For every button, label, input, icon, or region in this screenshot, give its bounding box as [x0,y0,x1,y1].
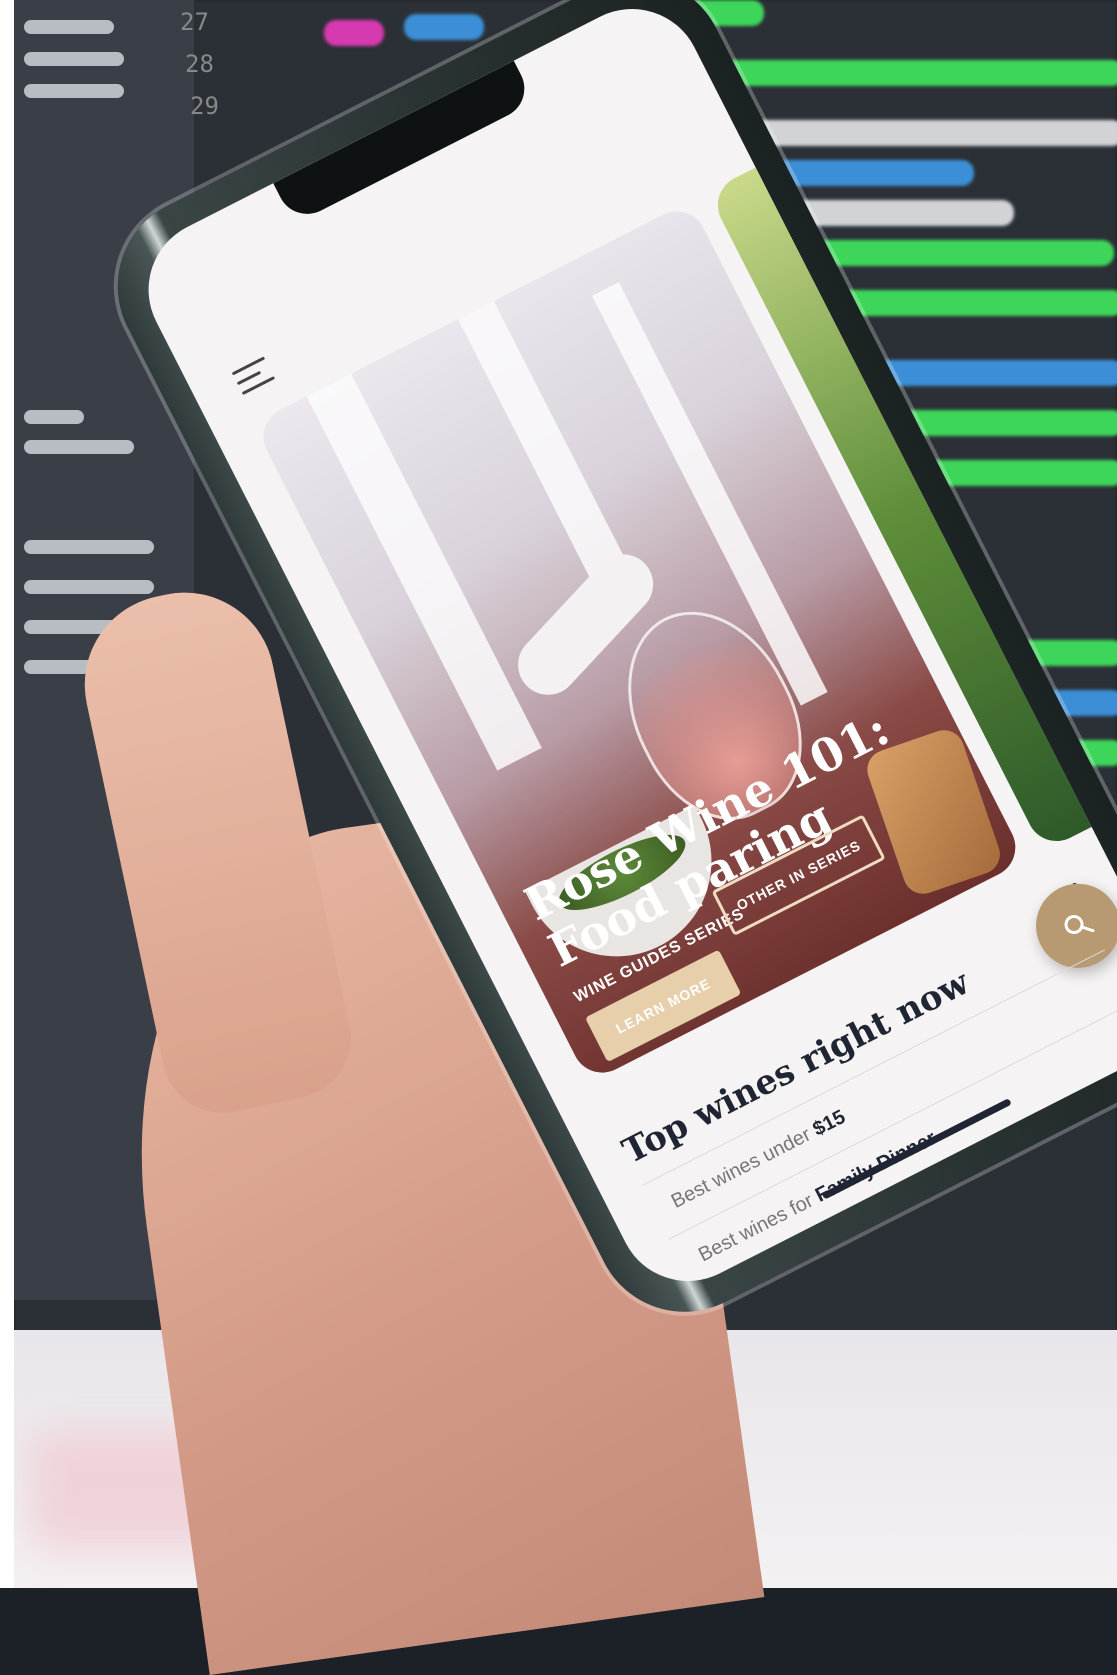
window-frame [458,301,630,587]
hamburger-menu-icon[interactable] [231,356,277,397]
phone-notch [273,60,535,225]
hero-card[interactable]: Rose Wine 101: Food paring WINE GUIDES S… [253,201,1026,1083]
search-icon [1064,915,1095,935]
image-border [0,0,14,1588]
window-frame [306,373,542,771]
phone-screen: Rose Wine 101: Food paring WINE GUIDES S… [124,0,1117,1306]
learn-more-button[interactable]: LEARN MORE [585,949,742,1063]
